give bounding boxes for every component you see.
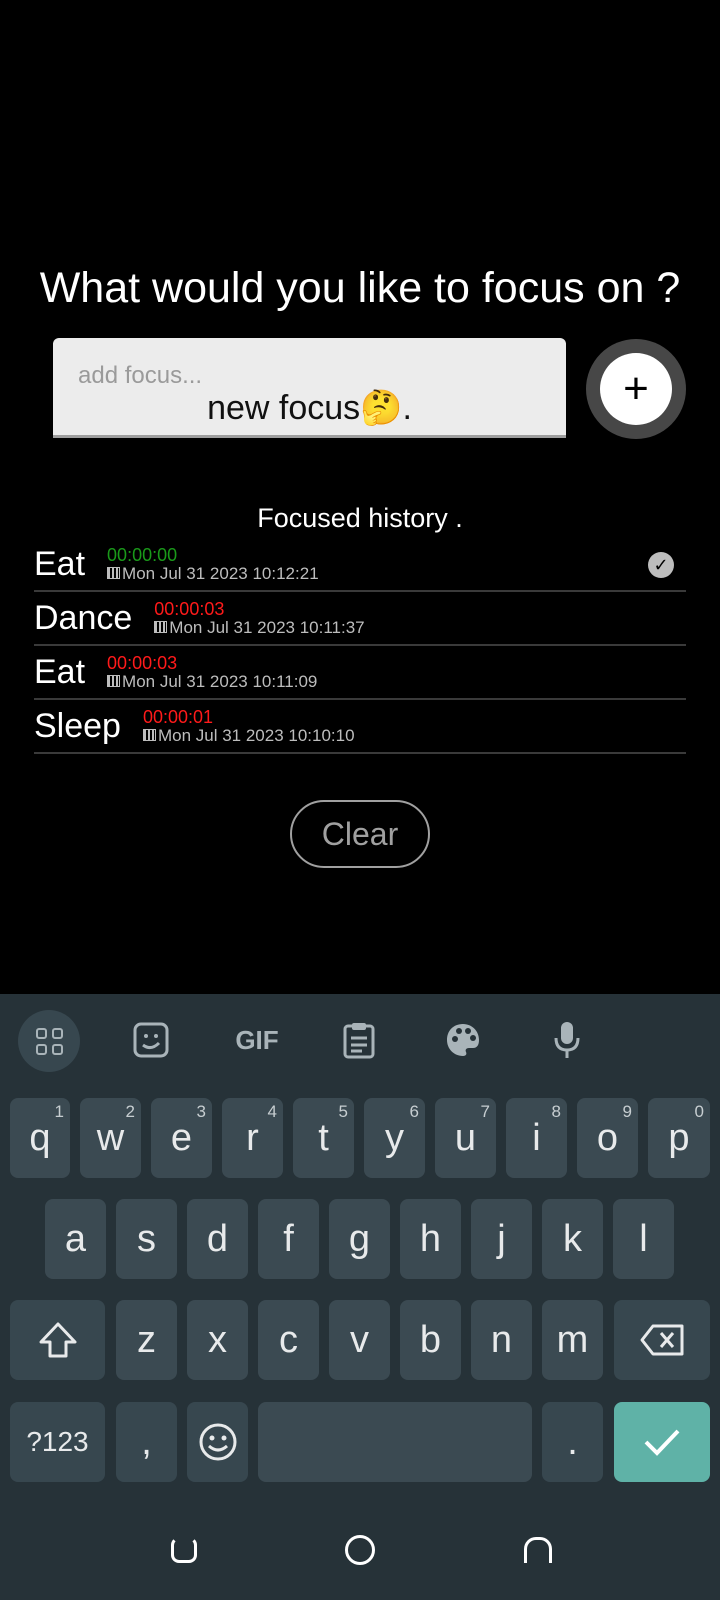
key-t[interactable]: t5	[293, 1098, 354, 1178]
calendar-icon	[154, 621, 168, 634]
history-item-name: Eat	[34, 544, 86, 583]
key-h[interactable]: h	[400, 1199, 461, 1279]
emoji-key[interactable]	[187, 1402, 248, 1482]
key-a[interactable]: a	[45, 1199, 106, 1279]
clear-history-button[interactable]: Clear	[290, 800, 430, 868]
check-icon	[644, 1429, 680, 1456]
add-focus-button[interactable]: +	[586, 339, 686, 439]
key-v[interactable]: v	[329, 1300, 390, 1380]
history-list: Eat 00:00:00 Mon Jul 31 2023 10:12:21 ✓ …	[34, 538, 686, 754]
sticker-icon[interactable]	[123, 1012, 179, 1068]
history-item-meta: 00:00:03 Mon Jul 31 2023 10:11:37	[154, 598, 365, 637]
history-item-meta: 00:00:00 Mon Jul 31 2023 10:12:21	[107, 544, 319, 583]
history-item-meta: 00:00:01 Mon Jul 31 2023 10:10:10	[142, 706, 355, 745]
palette-icon[interactable]	[435, 1012, 491, 1068]
history-item-date-wrap: Mon Jul 31 2023 10:11:37	[154, 617, 365, 637]
key-o[interactable]: o9	[577, 1098, 638, 1178]
history-item-meta: 00:00:03 Mon Jul 31 2023 10:11:09	[107, 652, 318, 691]
key-q[interactable]: q1	[10, 1098, 70, 1178]
key-z[interactable]: z	[116, 1300, 177, 1380]
key-b[interactable]: b	[400, 1300, 461, 1380]
home-icon	[345, 1535, 375, 1565]
focus-input-placeholder: add focus...	[78, 362, 203, 389]
recent-apps-button[interactable]	[164, 1530, 204, 1570]
page-headline: What would you like to focus on ?	[39, 264, 681, 312]
key-k[interactable]: k	[542, 1199, 603, 1279]
clipboard-icon[interactable]	[331, 1012, 387, 1068]
key-w[interactable]: w2	[80, 1098, 141, 1178]
key-f[interactable]: f	[258, 1199, 319, 1279]
history-item-name: Sleep	[34, 706, 121, 745]
key-r[interactable]: r4	[222, 1098, 283, 1178]
shift-icon	[39, 1322, 76, 1358]
calendar-icon	[107, 567, 121, 580]
mic-icon[interactable]	[539, 1012, 595, 1068]
history-item-date-wrap: Mon Jul 31 2023 10:11:09	[107, 671, 318, 691]
key-d[interactable]: d	[187, 1199, 248, 1279]
key-u[interactable]: u7	[435, 1098, 496, 1178]
key-g[interactable]: g	[329, 1199, 390, 1279]
key-y[interactable]: y6	[364, 1098, 425, 1178]
apps-grid-icon[interactable]	[18, 1010, 80, 1072]
shift-key[interactable]	[10, 1300, 105, 1380]
backspace-icon	[640, 1324, 684, 1356]
system-nav-bar	[0, 1500, 720, 1600]
symbols-key[interactable]: ?123	[10, 1402, 105, 1482]
history-item-duration: 00:00:03	[154, 598, 225, 619]
key-s[interactable]: s	[116, 1199, 177, 1279]
enter-key[interactable]	[614, 1402, 710, 1482]
key-c[interactable]: c	[258, 1300, 319, 1380]
history-item-date-wrap: Mon Jul 31 2023 10:10:10	[142, 725, 355, 745]
key-p[interactable]: p0	[648, 1098, 710, 1178]
history-title: Focused history .	[257, 503, 463, 533]
backspace-key[interactable]	[614, 1300, 710, 1380]
key-m[interactable]: m	[542, 1300, 603, 1380]
history-row[interactable]: Dance 00:00:03 Mon Jul 31 2023 10:11:37	[34, 592, 686, 646]
key-n[interactable]: n	[471, 1300, 532, 1380]
emoji-icon	[199, 1423, 236, 1461]
history-item-date: Mon Jul 31 2023 10:11:09	[122, 671, 318, 691]
keyboard-toolbar: GIF	[0, 994, 720, 1082]
back-icon	[524, 1537, 552, 1563]
comma-key[interactable]: ,	[116, 1402, 177, 1482]
plus-icon: +	[600, 353, 672, 425]
calendar-icon	[107, 675, 121, 688]
period-key[interactable]: .	[542, 1402, 603, 1482]
key-j[interactable]: j	[471, 1199, 532, 1279]
check-circle-icon: ✓	[648, 552, 674, 578]
key-l[interactable]: l	[613, 1199, 674, 1279]
history-item-date: Mon Jul 31 2023 10:11:37	[169, 617, 365, 637]
history-row[interactable]: Sleep 00:00:01 Mon Jul 31 2023 10:10:10	[34, 700, 686, 754]
focus-input-value: new focus🤔.	[207, 389, 412, 427]
history-item-date: Mon Jul 31 2023 10:12:21	[122, 563, 319, 583]
key-x[interactable]: x	[187, 1300, 248, 1380]
focus-input[interactable]: add focus... new focus🤔.	[53, 338, 566, 438]
key-e[interactable]: e3	[151, 1098, 212, 1178]
history-item-duration: 00:00:03	[107, 652, 178, 673]
history-item-duration: 00:00:00	[107, 544, 178, 565]
history-item-date-wrap: Mon Jul 31 2023 10:12:21	[107, 563, 319, 583]
gif-icon[interactable]: GIF	[227, 1012, 287, 1068]
recent-apps-icon	[171, 1537, 197, 1563]
calendar-icon	[142, 729, 156, 742]
back-button[interactable]	[518, 1530, 558, 1570]
history-item-name: Dance	[34, 598, 133, 637]
history-item-duration: 00:00:01	[142, 706, 214, 727]
history-item-name: Eat	[34, 652, 86, 691]
history-row[interactable]: Eat 00:00:03 Mon Jul 31 2023 10:11:09	[34, 646, 686, 700]
space-key[interactable]	[258, 1402, 532, 1482]
home-button[interactable]	[340, 1530, 380, 1570]
key-i[interactable]: i8	[506, 1098, 567, 1178]
history-item-date: Mon Jul 31 2023 10:10:10	[157, 725, 355, 745]
history-row[interactable]: Eat 00:00:00 Mon Jul 31 2023 10:12:21 ✓	[34, 538, 686, 592]
